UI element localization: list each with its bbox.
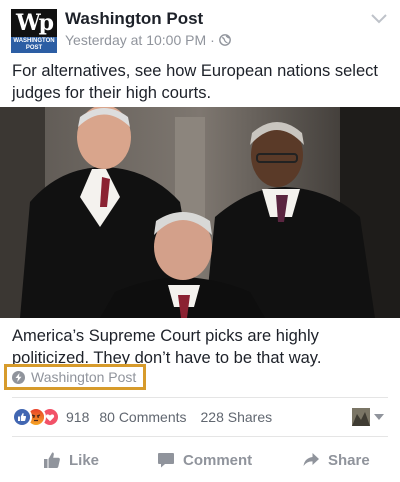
meta-separator: ·: [210, 32, 215, 48]
caret-down-icon[interactable]: [373, 413, 385, 421]
post-header: Wp WASHINGTON POST Washington Post Yeste…: [0, 0, 400, 60]
instant-article-bolt-icon: [12, 370, 25, 384]
globe-icon: [218, 34, 231, 46]
reactions-bar[interactable]: 918 80 Comments 228 Shares: [12, 406, 272, 428]
like-button[interactable]: Like: [43, 442, 99, 478]
link-headline[interactable]: America’s Supreme Court picks are highly…: [12, 325, 392, 369]
link-source-highlight[interactable]: Washington Post: [4, 364, 146, 390]
divider: [12, 436, 388, 437]
comment-label: Comment: [183, 451, 253, 469]
viewer-avatar-image: [352, 408, 370, 426]
share-arrow-icon: [303, 453, 319, 466]
share-label: Share: [328, 451, 370, 469]
wp-logo-band: WASHINGTON POST: [11, 37, 57, 53]
comments-count-link[interactable]: 80 Comments: [99, 409, 186, 425]
viewer-avatar[interactable]: [352, 408, 370, 426]
link-source-name: Washington Post: [31, 369, 137, 385]
page-avatar[interactable]: Wp WASHINGTON POST: [11, 9, 57, 53]
post-meta: Yesterday at 10:00 PM ·: [65, 32, 231, 48]
wp-logo-mark: Wp: [15, 10, 54, 36]
like-label: Like: [69, 451, 100, 469]
comment-button[interactable]: Comment: [157, 442, 252, 478]
post-timestamp[interactable]: Yesterday at 10:00 PM: [65, 32, 206, 48]
share-button[interactable]: Share: [302, 442, 370, 478]
chevron-down-icon[interactable]: [369, 12, 389, 26]
post-message: For alternatives, see how European natio…: [12, 62, 378, 102]
shares-count-link[interactable]: 228 Shares: [201, 409, 273, 425]
link-preview-image[interactable]: [0, 107, 400, 318]
thumbs-up-icon: [44, 452, 60, 468]
like-icon: [12, 407, 32, 427]
facebook-post: Wp WASHINGTON POST Washington Post Yeste…: [0, 0, 400, 482]
page-name-link[interactable]: Washington Post: [65, 9, 203, 29]
comment-bubble-icon: [158, 453, 174, 468]
post-actions: Like Comment Share: [0, 442, 400, 478]
reaction-count[interactable]: 918: [66, 409, 89, 425]
divider: [12, 397, 388, 398]
